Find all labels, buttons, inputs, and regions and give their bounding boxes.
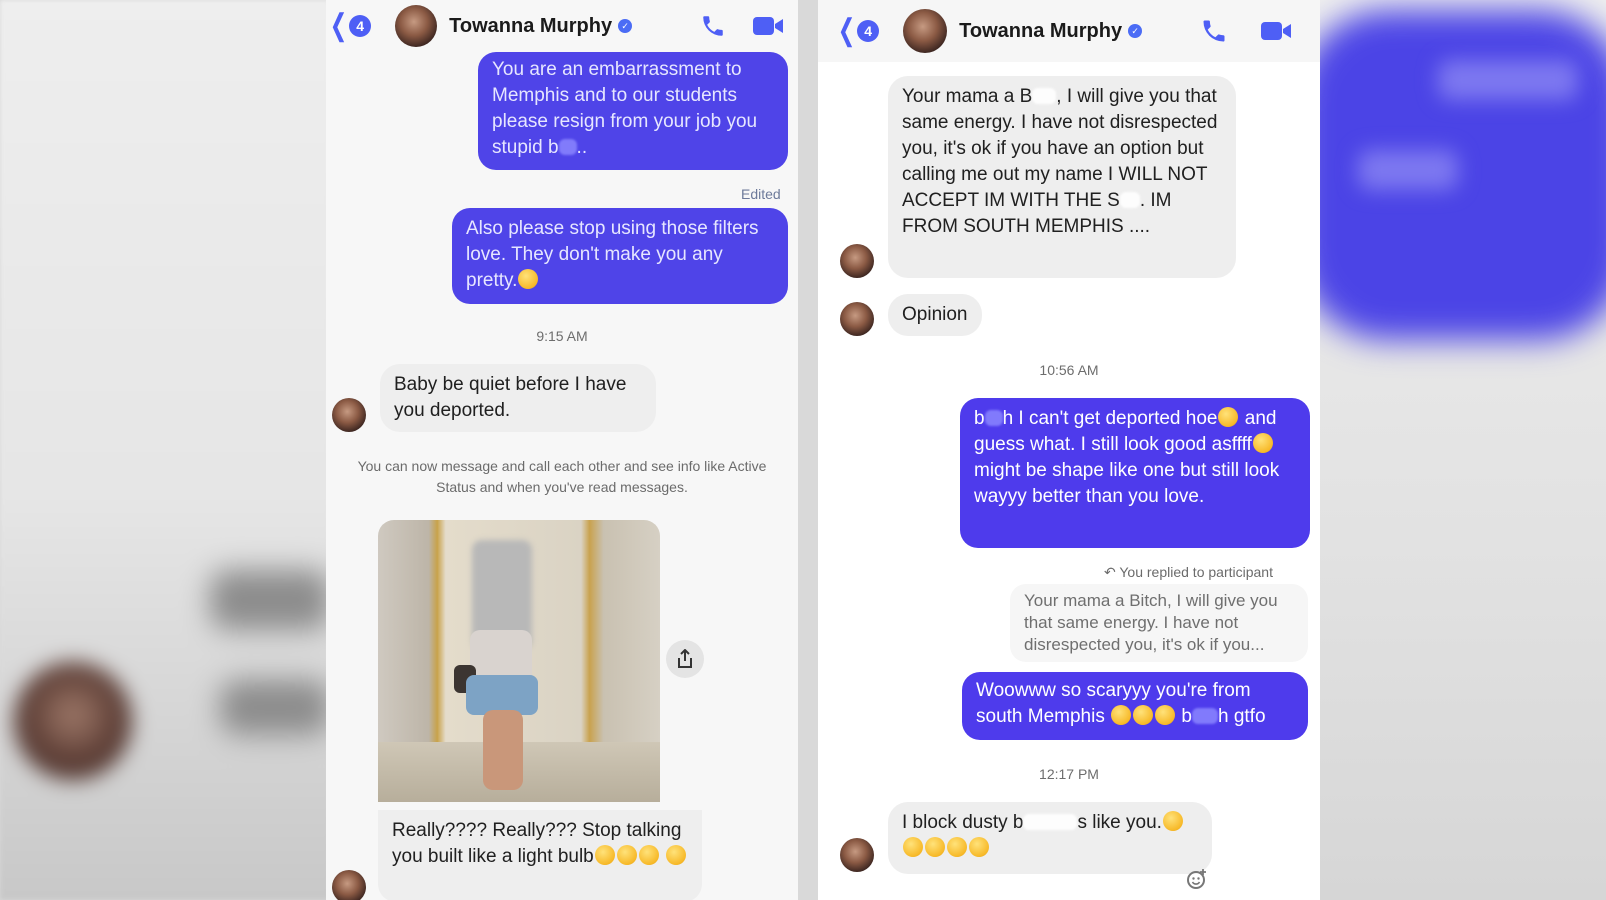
message-text: I block dusty b <box>902 812 1024 833</box>
avatar[interactable] <box>395 5 438 47</box>
phone-icon[interactable] <box>1200 17 1228 45</box>
incoming-message[interactable]: Opinion <box>888 294 982 336</box>
video-camera-icon[interactable] <box>752 14 784 38</box>
unread-count-badge: 4 <box>857 20 880 42</box>
redaction <box>1119 192 1140 208</box>
message-text: h I can't get deported hoe <box>1002 408 1218 429</box>
outgoing-message[interactable]: bh I can't get deported hoe and guess wh… <box>960 398 1310 548</box>
chevron-left-icon: ❮ <box>329 9 348 42</box>
joy-emoji-icon <box>616 845 637 865</box>
rofl-emoji-icon <box>1133 705 1154 725</box>
message-text: Also please stop using those filters lov… <box>466 218 759 291</box>
contact-name[interactable]: Towanna Murphy <box>959 20 1122 43</box>
reply-arrow-icon: ↶ <box>1104 564 1116 580</box>
message-text: s like you. <box>1077 812 1162 833</box>
message-text: Your mama a B <box>902 86 1033 107</box>
avatar[interactable] <box>840 302 874 336</box>
chat-header: ❮ 4 Towanna Murphy ✓ <box>818 0 1320 62</box>
contact-name[interactable]: Towanna Murphy <box>449 15 612 38</box>
quoted-text: Your mama a Bitch, I will give you that … <box>1024 591 1278 654</box>
joy-emoji-icon <box>638 845 659 865</box>
joy-emoji-icon <box>903 837 923 857</box>
add-reaction-icon[interactable] <box>1186 868 1208 890</box>
outgoing-message[interactable]: You are an embarrassment to Memphis and … <box>478 52 788 170</box>
system-notice: You can now message and call each other … <box>357 458 767 495</box>
verified-badge-icon: ✓ <box>618 19 633 33</box>
edited-label: Edited <box>741 186 781 202</box>
back-button[interactable]: ❮ 4 <box>834 14 880 47</box>
joy-emoji-icon <box>947 837 967 857</box>
joy-emoji-icon <box>925 837 945 857</box>
share-button[interactable] <box>666 640 704 678</box>
redaction <box>1023 814 1078 830</box>
message-text: h gtfo <box>1217 706 1266 727</box>
avatar[interactable] <box>332 870 366 900</box>
back-button[interactable]: ❮ 4 <box>326 9 372 42</box>
outgoing-message[interactable]: Also please stop using those filters lov… <box>452 208 788 304</box>
chat-screenshot-left: ❮ 4 Towanna Murphy ✓ You are an embarras… <box>326 0 798 900</box>
redaction <box>1191 708 1218 724</box>
kiss-emoji-icon <box>518 269 539 289</box>
redaction <box>984 410 1003 426</box>
chat-header: ❮ 4 Towanna Murphy ✓ <box>326 0 798 52</box>
chat-screenshot-right: ❮ 4 Towanna Murphy ✓ Your mama a B, I wi… <box>818 0 1320 900</box>
phone-icon[interactable] <box>700 13 726 39</box>
quoted-message[interactable]: Your mama a Bitch, I will give you that … <box>1010 584 1308 662</box>
frown-emoji-icon <box>1111 705 1132 725</box>
message-text: might be shape like one but still look w… <box>974 460 1280 507</box>
incoming-message[interactable]: Baby be quiet before I have you deported… <box>380 364 656 432</box>
outgoing-message[interactable]: Woowww so scaryyy you're from south Memp… <box>962 672 1308 740</box>
reply-meta: ↶ You replied to participant <box>1104 564 1273 581</box>
message-text: Opinion <box>902 304 968 325</box>
message-text: You are an embarrassment to Memphis and … <box>492 59 758 158</box>
message-text: Really???? Really??? Stop talking you bu… <box>392 820 682 867</box>
incoming-message[interactable]: Your mama a B, I will give you that same… <box>888 76 1236 278</box>
video-camera-icon[interactable] <box>1260 19 1292 43</box>
joy-emoji-icon <box>969 837 989 857</box>
chevron-left-icon: ❮ <box>837 14 856 47</box>
share-icon <box>678 649 692 668</box>
grin-squint-emoji-icon <box>1252 433 1273 453</box>
redaction <box>1032 88 1057 104</box>
timestamp: 9:15 AM <box>536 328 588 344</box>
message-text: Baby be quiet before I have you deported… <box>394 374 627 421</box>
avatar[interactable] <box>903 9 948 53</box>
reply-meta-text: You replied to participant <box>1119 564 1273 580</box>
redaction <box>558 139 577 155</box>
photo-attachment[interactable] <box>378 520 660 802</box>
blurred-background-right <box>1298 0 1606 900</box>
joy-emoji-icon <box>1162 811 1183 831</box>
rofl-emoji-icon <box>1218 407 1239 427</box>
incoming-message[interactable]: Really???? Really??? Stop talking you bu… <box>378 810 702 900</box>
blurred-background-left <box>0 0 330 900</box>
joy-emoji-icon <box>594 845 615 865</box>
verified-badge-icon: ✓ <box>1128 24 1143 38</box>
timestamp: 12:17 PM <box>1039 766 1099 782</box>
joy-emoji-icon <box>666 845 687 865</box>
unread-count-badge: 4 <box>349 15 372 37</box>
message-text-tail: .. <box>576 137 588 158</box>
avatar[interactable] <box>840 838 874 872</box>
avatar[interactable] <box>840 244 874 278</box>
avatar[interactable] <box>332 398 366 432</box>
incoming-message[interactable]: I block dusty b s like you. <box>888 802 1212 874</box>
blurred-face <box>14 662 132 780</box>
timestamp: 10:56 AM <box>1039 362 1099 378</box>
rofl-emoji-icon <box>1155 705 1176 725</box>
message-text: b <box>1181 706 1192 727</box>
message-text: b <box>974 408 985 429</box>
